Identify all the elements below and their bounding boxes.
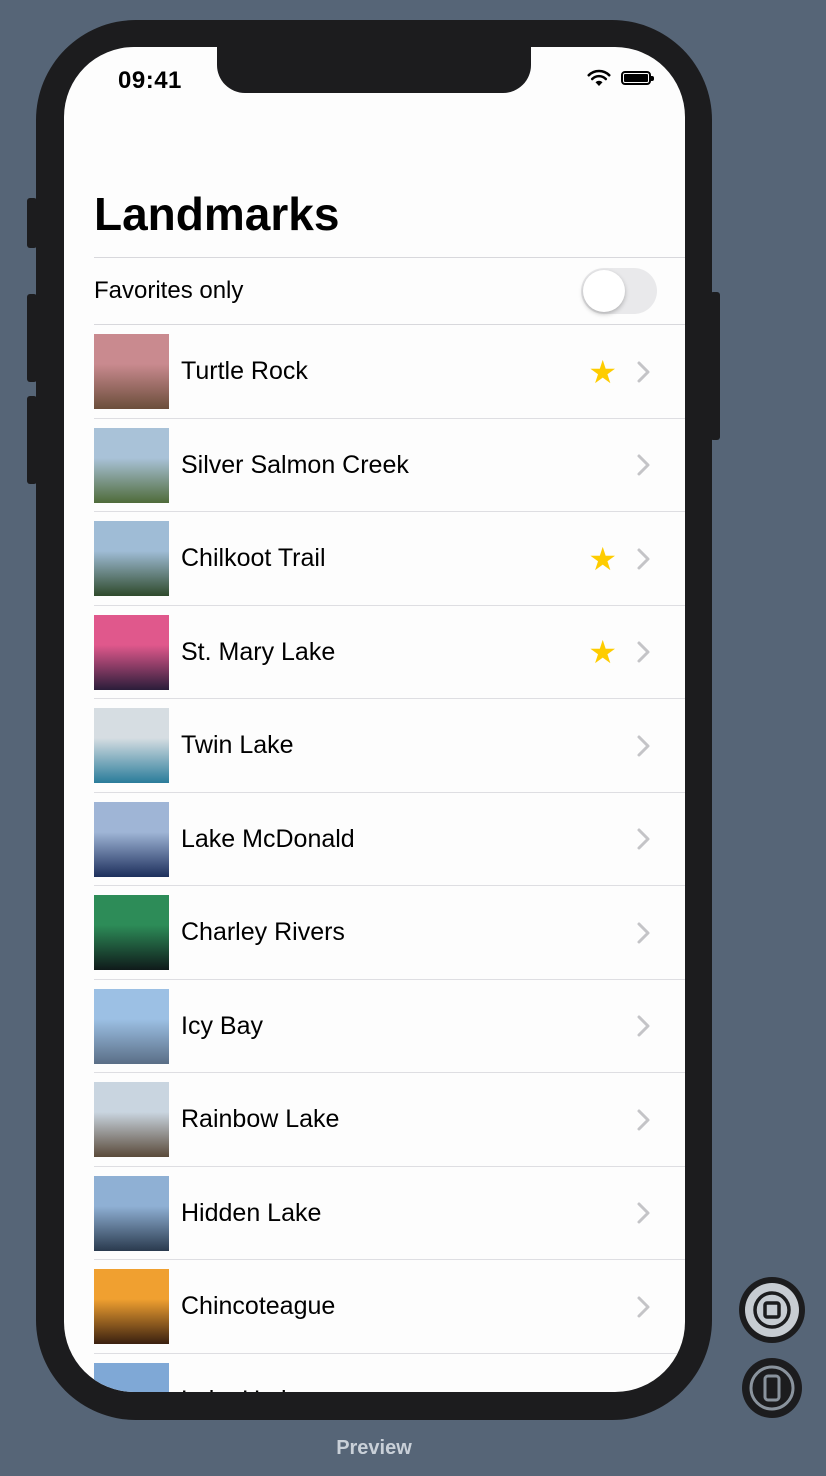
landmark-thumbnail [94,801,169,877]
landmark-name: Chilkoot Trail [181,544,326,573]
landmark-thumbnail [94,895,169,971]
chevron-right-icon [637,1015,650,1037]
landmark-name: St. Mary Lake [181,637,336,666]
preview-label: Preview [336,1437,412,1459]
landmark-thumbnail [94,427,169,503]
landmark-row[interactable]: Charley Rivers [94,886,685,980]
landmark-thumbnail [94,1082,169,1158]
page-title: Landmarks [94,188,340,240]
landmark-thumbnail [94,708,169,784]
landmark-thumbnail [94,1362,169,1392]
wifi-icon [587,69,611,86]
landmark-name: Icy Bay [181,1011,263,1040]
device-preview-button[interactable] [741,1357,803,1419]
chevron-right-icon [637,361,650,383]
landmark-row[interactable]: Chilkoot Trail ★ [94,512,685,606]
chevron-right-icon [637,1202,650,1224]
landmark-name: Twin Lake [181,731,294,760]
landmark-row[interactable]: Chincoteague [94,1260,685,1354]
chevron-right-icon [637,454,650,476]
chevron-right-icon [637,922,650,944]
chevron-right-icon [637,828,650,850]
landmark-row[interactable]: Silver Salmon Creek [94,419,685,513]
favorite-star-icon: ★ [588,540,617,577]
landmark-name: Silver Salmon Creek [181,450,409,479]
landmark-thumbnail [94,1269,169,1345]
landmark-thumbnail [94,334,169,410]
favorites-only-toggle[interactable] [581,268,657,314]
notch [217,47,531,93]
landmark-row[interactable]: Rainbow Lake [94,1073,685,1167]
landmark-row[interactable]: St. Mary Lake ★ [94,606,685,700]
landmark-list: Turtle Rock ★ Silver Salmon Creek Chilkoot … [94,325,685,1392]
status-time: 09:41 [118,67,182,94]
favorites-filter-row: Favorites only [94,259,657,323]
landmark-row[interactable]: Twin Lake [94,699,685,793]
landmark-name: Hidden Lake [181,1198,322,1227]
favorites-only-label: Favorites only [94,277,244,304]
landmark-row[interactable]: Lake Umbagog [94,1354,685,1392]
landmark-thumbnail [94,1175,169,1251]
landmark-name: Lake McDonald [181,824,355,853]
chevron-right-icon [637,641,650,663]
landmark-row[interactable]: Hidden Lake [94,1167,685,1261]
landmark-name: Turtle Rock [181,357,308,386]
status-indicators [587,69,654,87]
favorite-star-icon: ★ [588,634,617,671]
landmark-name: Charley Rivers [181,918,345,947]
chevron-right-icon [637,1296,650,1318]
landmark-thumbnail [94,521,169,597]
device-screen: 09:41 Landmarks Favorites only Turtle Ro… [64,47,685,1392]
landmark-thumbnail [94,614,169,690]
landmark-name: Chincoteague [181,1292,336,1321]
landmark-row[interactable]: Turtle Rock ★ [94,325,685,419]
favorite-star-icon: ★ [588,353,617,390]
toggle-knob [583,270,625,312]
chevron-right-icon [637,1389,642,1392]
chevron-right-icon [637,1109,650,1131]
landmark-thumbnail [94,988,169,1064]
battery-icon [621,71,654,85]
title-divider [94,257,685,258]
landmark-row[interactable]: Lake McDonald [94,793,685,887]
landmark-row[interactable]: Icy Bay [94,980,685,1074]
chevron-right-icon [637,548,650,570]
landmark-name: Rainbow Lake [181,1105,340,1134]
chevron-right-icon [637,735,650,757]
live-preview-button[interactable] [738,1276,806,1344]
landmark-name: Lake Umbagog [181,1386,629,1392]
